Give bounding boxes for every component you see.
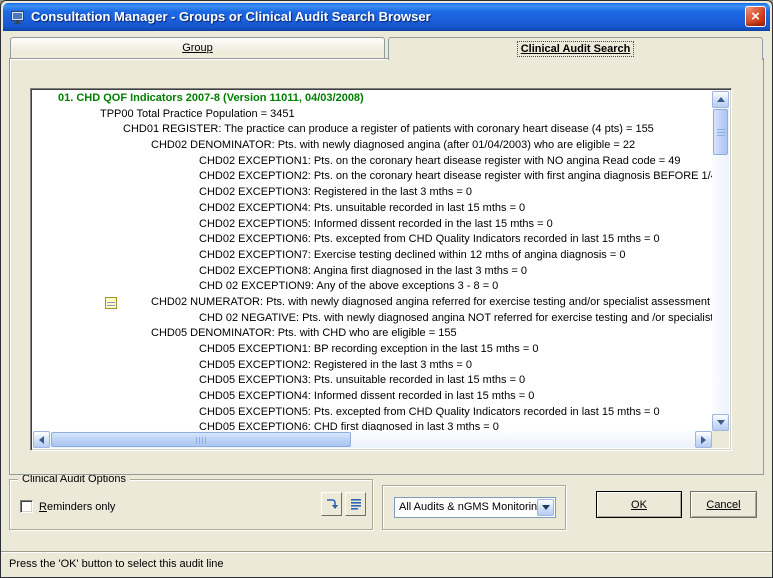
horizontal-scrollbar[interactable] xyxy=(33,431,712,448)
audit-row[interactable]: CHD02 EXCEPTION8: Angina first diagnosed… xyxy=(33,264,712,280)
audit-row[interactable]: CHD02 NUMERATOR: Pts. with newly diagnos… xyxy=(33,295,712,311)
ok-button[interactable]: OK xyxy=(596,491,682,518)
audit-row-text: CHD05 EXCEPTION5: Pts. excepted from CHD… xyxy=(199,406,660,418)
close-button[interactable]: × xyxy=(745,6,766,27)
audit-row[interactable]: CHD05 EXCEPTION2: Registered in the last… xyxy=(33,358,712,374)
ok-button-label: OK xyxy=(631,499,647,511)
reminders-only-label: Reminders only xyxy=(39,501,115,513)
audit-row-text: CHD05 EXCEPTION6: CHD first diagnosed in… xyxy=(199,421,499,431)
audit-row-text: CHD02 NUMERATOR: Pts. with newly diagnos… xyxy=(151,296,712,308)
audit-row[interactable]: CHD01 REGISTER: The practice can produce… xyxy=(33,122,712,138)
tab-clinical-audit-search-label: Clinical Audit Search xyxy=(519,43,633,55)
reminders-label-rest: eminders only xyxy=(47,501,115,513)
audit-row-text: CHD02 EXCEPTION4: Pts. unsuitable record… xyxy=(199,202,525,214)
audit-row-text: TPP00 Total Practice Population = 3451 xyxy=(100,108,295,120)
audit-row-text: CHD 02 NEGATIVE: Pts. with newly diagnos… xyxy=(199,312,712,324)
horizontal-scrollbar-thumb[interactable] xyxy=(51,432,351,447)
audit-row-text: CHD 02 EXCEPTION9: Any of the above exce… xyxy=(199,280,498,292)
status-bar: Press the 'OK' button to select this aud… xyxy=(1,551,772,577)
arrow-left-icon xyxy=(39,436,44,444)
arrow-down-icon xyxy=(717,420,725,425)
audit-row[interactable]: CHD05 EXCEPTION5: Pts. excepted from CHD… xyxy=(33,405,712,421)
scroll-down-button[interactable] xyxy=(712,414,729,431)
consultation-manager-window: Consultation Manager - Groups or Clinica… xyxy=(0,0,773,578)
status-text: Press the 'OK' button to select this aud… xyxy=(9,558,224,570)
audit-filter-dropdown[interactable]: All Audits & nGMS Monitoring xyxy=(394,497,556,518)
audit-row[interactable]: CHD02 EXCEPTION3: Registered in the last… xyxy=(33,185,712,201)
arrow-up-icon xyxy=(717,97,725,102)
reminders-only-checkbox[interactable]: Reminders only xyxy=(20,500,115,513)
audit-row[interactable]: CHD05 EXCEPTION3: Pts. unsuitable record… xyxy=(33,373,712,389)
audit-filter-panel: All Audits & nGMS Monitoring xyxy=(382,485,566,530)
arrow-right-icon xyxy=(701,436,706,444)
audit-title-row[interactable]: 01. CHD QOF Indicators 2007-8 (Version 1… xyxy=(33,91,712,107)
audit-row-text: CHD02 EXCEPTION7: Exercise testing decli… xyxy=(199,249,625,261)
audit-row-text: CHD02 EXCEPTION8: Angina first diagnosed… xyxy=(199,265,527,277)
reminders-accel-letter: R xyxy=(39,501,47,513)
audit-row[interactable]: CHD02 EXCEPTION6: Pts. excepted from CHD… xyxy=(33,232,712,248)
audit-row-text: CHD05 DENOMINATOR: Pts. with CHD who are… xyxy=(151,327,457,339)
audit-list-rows: 01. CHD QOF Indicators 2007-8 (Version 1… xyxy=(33,91,712,431)
audit-row-text: CHD02 EXCEPTION2: Pts. on the coronary h… xyxy=(199,170,712,182)
tab-clinical-audit-search[interactable]: Clinical Audit Search xyxy=(388,37,763,60)
audit-row[interactable]: CHD 02 EXCEPTION9: Any of the above exce… xyxy=(33,279,712,295)
audit-row[interactable]: CHD02 EXCEPTION1: Pts. on the coronary h… xyxy=(33,154,712,170)
audit-row[interactable]: CHD02 EXCEPTION7: Exercise testing decli… xyxy=(33,248,712,264)
audit-row[interactable]: CHD05 EXCEPTION6: CHD first diagnosed in… xyxy=(33,420,712,431)
audit-flow-button[interactable] xyxy=(321,492,342,516)
app-icon xyxy=(10,9,26,25)
audit-option-buttons xyxy=(321,492,366,516)
audit-row-text: CHD05 EXCEPTION4: Informed dissent recor… xyxy=(199,390,534,402)
audit-row-text: CHD02 EXCEPTION5: Informed dissent recor… xyxy=(199,218,553,230)
audit-row[interactable]: CHD02 EXCEPTION5: Informed dissent recor… xyxy=(33,217,712,233)
chevron-down-icon xyxy=(542,505,550,510)
tab-bar: Group Clinical Audit Search xyxy=(10,37,763,58)
dropdown-button[interactable] xyxy=(537,499,554,516)
audit-list-button[interactable] xyxy=(345,492,366,516)
audit-row[interactable]: CHD02 EXCEPTION4: Pts. unsuitable record… xyxy=(33,201,712,217)
audit-row-text: CHD02 EXCEPTION3: Registered in the last… xyxy=(199,186,472,198)
audit-row-text: CHD02 EXCEPTION6: Pts. excepted from CHD… xyxy=(199,233,660,245)
audit-row[interactable]: CHD05 DENOMINATOR: Pts. with CHD who are… xyxy=(33,326,712,342)
audit-row[interactable]: CHD 02 NEGATIVE: Pts. with newly diagnos… xyxy=(33,311,712,327)
cancel-button-label: Cancel xyxy=(706,499,740,511)
audit-row[interactable]: CHD02 EXCEPTION2: Pts. on the coronary h… xyxy=(33,169,712,185)
vertical-scrollbar-thumb[interactable] xyxy=(713,109,728,155)
audit-row-text: CHD05 EXCEPTION2: Registered in the last… xyxy=(199,359,472,371)
scroll-left-button[interactable] xyxy=(33,431,50,448)
titlebar: Consultation Manager - Groups or Clinica… xyxy=(3,3,770,31)
tab-group-label: Group xyxy=(182,42,213,54)
clinical-audit-search-page: 01. CHD QOF Indicators 2007-8 (Version 1… xyxy=(9,58,764,475)
close-icon: × xyxy=(751,9,760,24)
clinical-audit-options-group: Clinical Audit Options Reminders only xyxy=(9,479,373,530)
tab-group[interactable]: Group xyxy=(10,37,385,58)
audit-row[interactable]: CHD02 DENOMINATOR: Pts. with newly diagn… xyxy=(33,138,712,154)
scrollbar-corner xyxy=(712,431,729,448)
audit-row-text: CHD02 EXCEPTION1: Pts. on the coronary h… xyxy=(199,155,681,167)
audit-row[interactable]: CHD05 EXCEPTION4: Informed dissent recor… xyxy=(33,389,712,405)
audit-filter-value: All Audits & nGMS Monitoring xyxy=(399,498,543,517)
audit-row-text: CHD02 DENOMINATOR: Pts. with newly diagn… xyxy=(151,139,635,151)
audit-listbox: 01. CHD QOF Indicators 2007-8 (Version 1… xyxy=(30,88,732,451)
audit-row-text: CHD01 REGISTER: The practice can produce… xyxy=(123,123,654,135)
audit-row[interactable]: TPP00 Total Practice Population = 3451 xyxy=(33,107,712,123)
scroll-right-button[interactable] xyxy=(695,431,712,448)
scroll-up-button[interactable] xyxy=(712,91,729,108)
note-icon xyxy=(105,297,117,309)
checkbox-box[interactable] xyxy=(20,500,33,513)
flow-arrow-icon xyxy=(325,497,339,511)
audit-row-text: 01. CHD QOF Indicators 2007-8 (Version 1… xyxy=(58,92,364,104)
audit-row-text: CHD05 EXCEPTION3: Pts. unsuitable record… xyxy=(199,374,525,386)
list-lines-icon xyxy=(349,497,363,511)
audit-row-text: CHD05 EXCEPTION1: BP recording exception… xyxy=(199,343,538,355)
cancel-button[interactable]: Cancel xyxy=(690,491,757,518)
vertical-scrollbar[interactable] xyxy=(712,91,729,431)
window-title: Consultation Manager - Groups or Clinica… xyxy=(31,3,431,31)
audit-row[interactable]: CHD05 EXCEPTION1: BP recording exception… xyxy=(33,342,712,358)
